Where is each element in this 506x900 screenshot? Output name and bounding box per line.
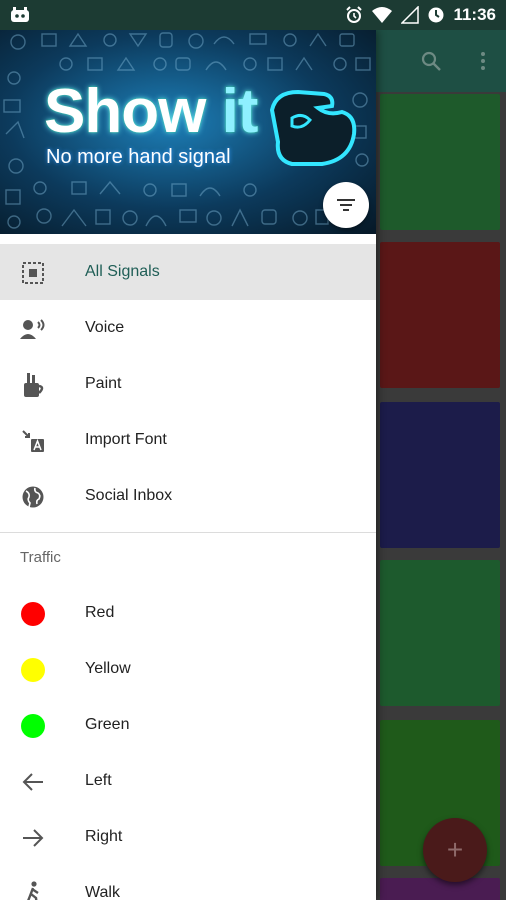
voice-icon xyxy=(20,316,46,342)
filter-button[interactable] xyxy=(323,182,369,228)
wifi-icon xyxy=(372,7,393,23)
app-logo-title: Show it xyxy=(44,77,258,146)
red-dot-icon xyxy=(20,601,46,627)
signal-card[interactable] xyxy=(380,560,500,706)
paint-icon xyxy=(20,372,46,398)
menu-item-label: All Signals xyxy=(85,263,160,280)
navigation-drawer: Show it No more hand signal All Signals … xyxy=(0,30,376,900)
menu-item-label: Voice xyxy=(85,319,125,336)
signal-card[interactable] xyxy=(380,878,500,900)
signal-card[interactable] xyxy=(380,242,500,388)
menu-item-label: Import Font xyxy=(85,431,167,448)
import-font-icon xyxy=(20,428,46,454)
section-header-traffic: Traffic xyxy=(20,548,61,566)
sync-icon xyxy=(428,7,444,23)
filter-icon xyxy=(337,199,355,211)
hand-signal-icon xyxy=(269,89,357,166)
menu-item-voice[interactable]: Voice xyxy=(0,300,376,356)
yellow-dot-icon xyxy=(20,657,46,683)
menu-item-label: Walk xyxy=(85,884,120,900)
drawer-menu: All Signals Voice Paint Import Font Soci… xyxy=(0,244,376,900)
menu-item-label: Paint xyxy=(85,375,122,392)
menu-item-all-signals[interactable]: All Signals xyxy=(0,244,376,300)
search-icon[interactable] xyxy=(420,50,442,72)
app-logo-subtitle: No more hand signal xyxy=(46,146,231,168)
menu-item-label: Yellow xyxy=(85,660,131,677)
arrow-right-icon xyxy=(20,825,46,851)
menu-item-right[interactable]: Right xyxy=(0,809,376,865)
menu-item-label: Left xyxy=(85,772,112,789)
globe-icon xyxy=(20,484,46,510)
menu-item-left[interactable]: Left xyxy=(0,753,376,809)
menu-item-social-inbox[interactable]: Social Inbox xyxy=(0,468,376,524)
arrow-left-icon xyxy=(20,769,46,795)
signal-card[interactable] xyxy=(380,402,500,548)
signal-icon xyxy=(401,6,420,24)
menu-item-yellow[interactable]: Yellow xyxy=(0,641,376,697)
green-dot-icon xyxy=(20,713,46,739)
menu-item-walk[interactable]: Walk xyxy=(0,865,376,900)
menu-item-label: Green xyxy=(85,716,130,733)
menu-item-import-font[interactable]: Import Font xyxy=(0,412,376,468)
more-vert-icon[interactable] xyxy=(472,50,494,72)
add-icon: + xyxy=(446,834,464,865)
add-fab[interactable]: + xyxy=(423,818,487,882)
walk-icon xyxy=(20,881,46,900)
android-debug-icon xyxy=(11,7,29,22)
menu-item-paint[interactable]: Paint xyxy=(0,356,376,412)
menu-item-label: Red xyxy=(85,604,115,621)
menu-item-red[interactable]: Red xyxy=(0,585,376,641)
status-bar: 11:36 xyxy=(0,0,506,30)
menu-item-green[interactable]: Green xyxy=(0,697,376,753)
alarm-icon xyxy=(346,6,363,23)
all-signals-icon xyxy=(20,260,46,286)
menu-item-label: Social Inbox xyxy=(85,487,173,504)
signal-card[interactable] xyxy=(380,94,500,230)
drawer-header-banner: Show it No more hand signal xyxy=(0,30,376,234)
menu-item-label: Right xyxy=(85,828,123,845)
status-time: 11:36 xyxy=(453,5,496,24)
